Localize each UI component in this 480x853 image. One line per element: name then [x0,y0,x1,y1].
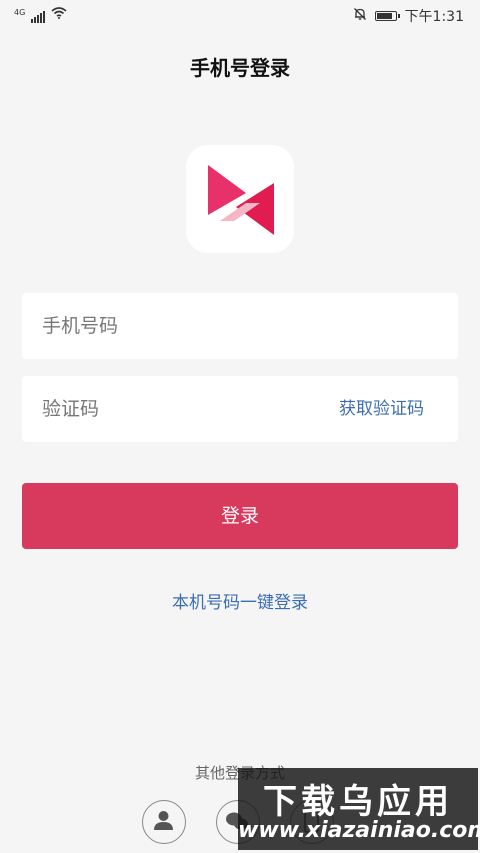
watermark: 下载乌应用 www.xiazainiao.com [238,768,480,850]
status-bar: 4G 下午1:31 [0,0,480,32]
status-left: 4G [14,7,67,23]
code-field[interactable]: 获取验证码 [22,376,458,442]
login-button[interactable]: 登录 [22,483,458,549]
wifi-icon [51,7,67,23]
status-right: 下午1:31 [353,6,464,26]
person-login-button[interactable] [142,800,186,844]
phone-field[interactable] [22,293,458,359]
network-label: 4G [14,8,26,17]
phone-input[interactable] [42,293,312,359]
battery-icon [374,11,400,21]
logo-icon [208,165,274,235]
app-logo [186,145,294,253]
person-icon [154,811,173,830]
status-time: 下午1:31 [404,9,464,25]
watermark-title: 下载乌应用 [263,782,453,822]
code-input[interactable] [42,376,312,442]
signal-icon [31,11,46,23]
quick-login-link[interactable]: 本机号码一键登录 [0,588,480,613]
watermark-url: www.xiazainiao.com [238,818,480,843]
bell-off-icon [353,7,367,25]
get-code-button[interactable]: 获取验证码 [339,376,424,442]
page-title: 手机号登录 [190,56,290,80]
